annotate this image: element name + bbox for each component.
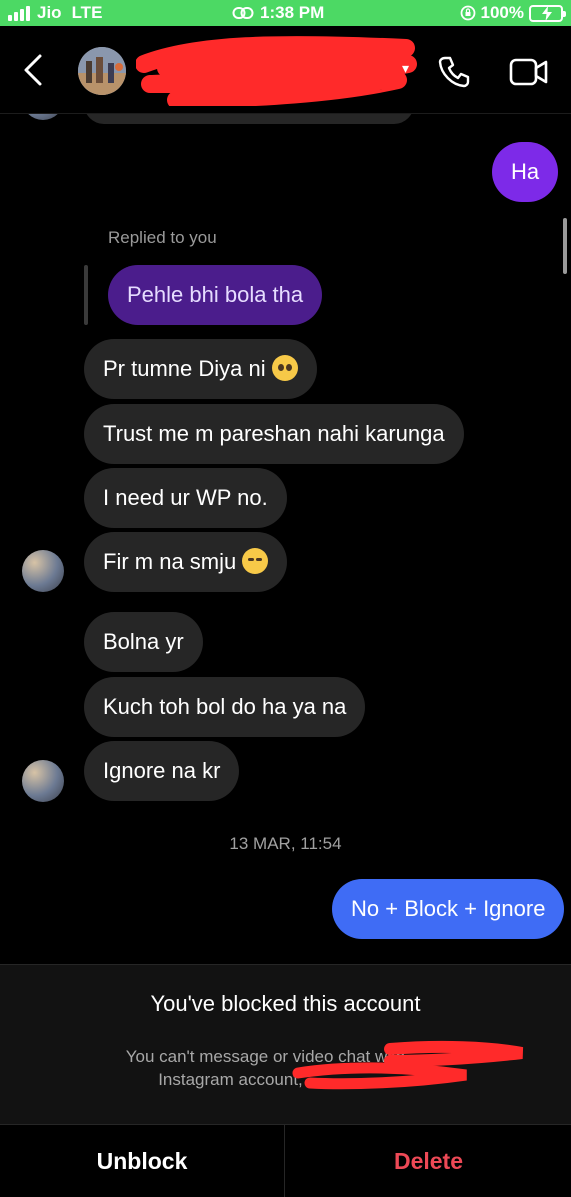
message-text: Bolna yr — [103, 629, 184, 654]
replied-to-you-label: Replied to you — [108, 228, 217, 247]
action-bar: Unblock Delete — [0, 1124, 571, 1197]
received-message-bubble[interactable]: Trust me m pareshan nahi karunga — [84, 404, 464, 464]
link-icon — [232, 7, 254, 19]
status-time: 1:38 PM — [260, 3, 325, 22]
audio-call-button[interactable] — [436, 54, 472, 90]
scrollbar[interactable] — [563, 218, 567, 274]
sent-message-bubble[interactable]: No + Block + Ignore — [332, 879, 565, 939]
received-message-bubble[interactable]: Bolna yr — [84, 612, 203, 672]
battery-icon — [529, 4, 566, 22]
phone-icon — [438, 56, 470, 88]
message-text: Pr tumne Diya ni — [103, 356, 266, 381]
status-center: 1:38 PM — [232, 3, 324, 23]
message-text: Fir m na smju — [103, 549, 237, 574]
avatar-photo — [78, 47, 126, 95]
sender-avatar[interactable] — [22, 760, 64, 802]
pensive-face-emoji-icon — [242, 548, 269, 574]
blocked-title: You've blocked this account — [150, 991, 421, 1016]
signal-icon — [8, 5, 30, 21]
video-camera-icon — [509, 58, 548, 86]
message-bubble-partial[interactable] — [84, 114, 414, 124]
charging-bolt-icon — [542, 5, 552, 21]
chat-header: ▾ — [0, 26, 571, 114]
status-right: 100% — [460, 3, 566, 23]
chevron-down-icon[interactable]: ▾ — [402, 60, 409, 77]
status-left: Jio LTE — [8, 3, 102, 23]
received-message-bubble[interactable]: I need ur WP no. — [84, 468, 287, 528]
received-message-bubble[interactable]: Kuch toh bol do ha ya na — [84, 677, 366, 737]
message-text: Ignore na kr — [103, 758, 221, 783]
received-message-bubble[interactable]: Pr tumne Diya ni — [84, 339, 317, 399]
reply-quote-bar — [84, 265, 88, 325]
received-message-bubble[interactable]: Ignore na kr — [84, 741, 240, 801]
delete-button[interactable]: Delete — [286, 1125, 571, 1197]
pleading-face-emoji-icon — [271, 355, 298, 381]
message-text: I need ur WP no. — [103, 485, 268, 510]
sender-avatar[interactable] — [22, 550, 64, 592]
received-message-bubble[interactable]: Fir m na smju — [84, 532, 288, 592]
message-thread[interactable]: Ha Replied to you Pehle bhi bola tha Pr … — [0, 114, 571, 964]
status-bar: Jio LTE 1:38 PM 100% — [0, 0, 571, 26]
blocked-account-panel: You've blocked this account You can't me… — [0, 964, 571, 1124]
chevron-left-icon — [24, 54, 42, 86]
sent-message-bubble[interactable]: Ha — [492, 142, 559, 202]
video-call-button[interactable] — [509, 56, 549, 88]
battery-label: 100% — [480, 3, 524, 22]
message-text: Trust me m pareshan nahi karunga — [103, 421, 445, 446]
message-text: Kuch toh bol do ha ya na — [103, 694, 347, 719]
carrier-label: Jio — [37, 3, 62, 22]
rotation-lock-icon — [460, 5, 475, 21]
back-button[interactable] — [18, 52, 48, 88]
redacted-text — [292, 1040, 524, 1090]
unblock-button[interactable]: Unblock — [0, 1125, 285, 1197]
header-avatar[interactable] — [78, 47, 126, 95]
message-timestamp: 13 MAR, 11:54 — [229, 834, 342, 853]
sender-avatar[interactable] — [22, 114, 64, 120]
redacted-username — [136, 36, 417, 106]
network-label: LTE — [71, 3, 103, 22]
quoted-reply-bubble[interactable]: Pehle bhi bola tha — [108, 265, 323, 325]
